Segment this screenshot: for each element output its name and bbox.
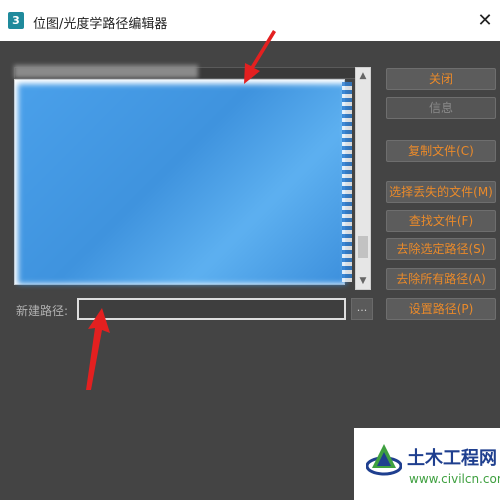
select-missing-files-button[interactable]: 选择丢失的文件(M) — [386, 181, 496, 203]
blurred-header-text — [14, 65, 198, 78]
list-row-markers — [342, 82, 352, 282]
set-path-button[interactable]: 设置路径(P) — [386, 298, 496, 320]
new-path-input[interactable] — [77, 298, 346, 320]
window-close-icon[interactable]: ✕ — [474, 10, 496, 32]
site-watermark: 土木工程网 www.civilcn.com — [354, 428, 500, 500]
close-button[interactable]: 关闭 — [386, 68, 496, 90]
site-logo-icon — [366, 444, 402, 476]
red-arrow-top-icon — [244, 30, 276, 84]
strip-selected-paths-button[interactable]: 去除选定路径(S) — [386, 238, 496, 260]
browse-button[interactable]: ... — [351, 298, 373, 320]
new-path-label: 新建路径: — [16, 304, 69, 318]
scroll-up-icon[interactable]: ▲ — [356, 68, 370, 84]
copy-files-button[interactable]: 复制文件(C) — [386, 140, 496, 162]
path-list-scrollbar[interactable]: ▲ ▼ — [355, 67, 371, 290]
blurred-file-list — [18, 84, 346, 284]
find-files-button[interactable]: 查找文件(F) — [386, 210, 496, 232]
info-button[interactable]: 信息 — [386, 97, 496, 119]
site-url: www.civilcn.com — [409, 472, 500, 486]
scroll-down-icon[interactable]: ▼ — [356, 273, 370, 289]
site-name: 土木工程网 — [407, 448, 497, 469]
strip-all-paths-button[interactable]: 去除所有路径(A) — [386, 268, 496, 290]
scroll-thumb[interactable] — [358, 236, 368, 258]
3dsmax-app-icon: 3 — [8, 12, 24, 29]
red-arrow-bottom-icon — [86, 308, 110, 390]
window-title: 位图/光度学路径编辑器 — [33, 17, 168, 32]
